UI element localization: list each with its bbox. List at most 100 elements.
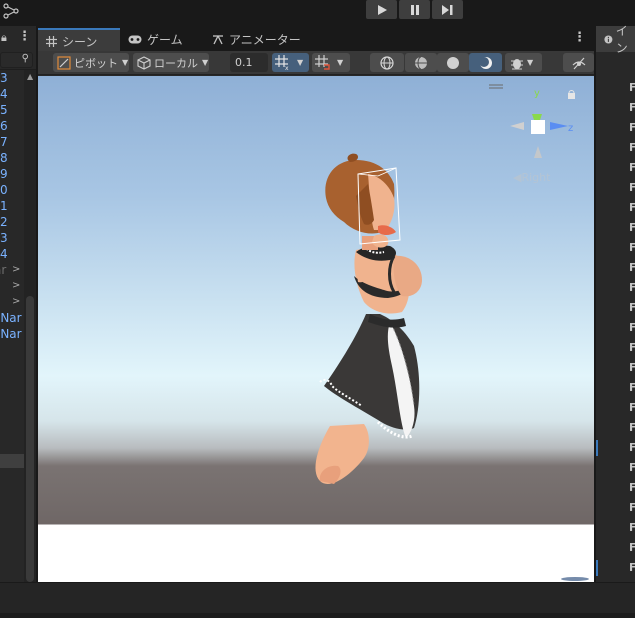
play-button[interactable] (366, 0, 397, 19)
view-label[interactable]: ◀Right (513, 171, 550, 184)
chevron-down-icon: ▼ (122, 58, 129, 67)
list-item[interactable]: 4 (0, 246, 24, 262)
inspector-row[interactable]: F (596, 178, 635, 198)
list-item[interactable]: 8 (0, 150, 24, 166)
list-item[interactable]: 1 (0, 198, 24, 214)
animator-icon (213, 34, 223, 44)
inspector-row[interactable]: F (596, 218, 635, 238)
hierarchy-scrollbar[interactable]: ▲ (24, 70, 36, 582)
unity-editor: 🔒︎ ⋮ ⚲ 3 4 5 6 7 8 9 0 1 2 3 4 ar > (0, 0, 635, 618)
local-label: ローカル (154, 56, 198, 70)
local-dropdown[interactable]: ローカル ▼ (133, 53, 209, 72)
inspector-row[interactable]: F (596, 338, 635, 358)
lock-icon[interactable]: 🔒︎ (1, 31, 7, 45)
moon-sphere-icon (478, 56, 492, 69)
share-icon[interactable] (2, 2, 20, 20)
grid-snap-toggle[interactable]: x ▼ (272, 53, 309, 72)
inspector-row[interactable]: F (596, 478, 635, 498)
scroll-thumb[interactable] (26, 296, 34, 582)
list-item[interactable]: 6 (0, 118, 24, 134)
orientation-gizmo[interactable]: y z (510, 88, 575, 158)
tab-animator[interactable]: アニメーター (204, 26, 314, 52)
list-item[interactable]: 2 (0, 214, 24, 230)
list-item[interactable]: > (0, 278, 24, 294)
info-icon (604, 35, 613, 43)
list-item[interactable]: 7 (0, 134, 24, 150)
scene-toolbar: ピボット ▼ ローカル ▼ 0.1 x ▼ ▼ ▼ (38, 51, 594, 75)
row-accent (596, 560, 598, 576)
chevron-right-icon[interactable]: > (12, 264, 20, 275)
list-item[interactable]: > (0, 294, 24, 310)
chevron-down-icon: ▼ (297, 58, 304, 67)
inspector-row[interactable]: F (596, 298, 635, 318)
increment-snap-toggle[interactable]: ▼ (312, 53, 350, 72)
pivot-dropdown[interactable]: ピボット ▼ (53, 53, 129, 72)
inspector-row[interactable]: F (596, 198, 635, 218)
inspector-row[interactable]: F (596, 538, 635, 558)
chevron-right-icon[interactable]: > (12, 280, 20, 291)
inspector-row[interactable]: F (596, 438, 635, 458)
scroll-up-icon[interactable]: ▲ (27, 72, 33, 81)
hierarchy-list: 3 4 5 6 7 8 9 0 1 2 3 4 ar > > > -Nar -N… (0, 70, 24, 342)
snap-increment-field[interactable]: 0.1 (230, 53, 268, 72)
pivot-label: ピボット (74, 56, 118, 70)
inspector-row[interactable]: F (596, 318, 635, 338)
shaded-wireframe-button[interactable] (405, 53, 437, 72)
lit-toggle[interactable] (469, 53, 502, 72)
inspector-row[interactable]: F (596, 558, 635, 578)
list-item[interactable]: 3 (0, 70, 24, 86)
inspector-row[interactable]: F (596, 458, 635, 478)
list-item[interactable]: 5 (0, 102, 24, 118)
inspector-row[interactable]: F (596, 518, 635, 538)
gizmo-y-label: y (534, 88, 540, 99)
inspector-row[interactable]: F (596, 158, 635, 178)
step-icon (442, 4, 453, 15)
visibility-toggle[interactable] (563, 53, 594, 72)
list-item[interactable]: -Nar (0, 326, 24, 342)
list-item[interactable]: 0 (0, 182, 24, 198)
chevron-right-icon[interactable]: > (12, 296, 20, 307)
character-model[interactable] (315, 153, 422, 484)
tab-inspector[interactable]: イン (596, 24, 635, 55)
wireframe-shading-button[interactable] (370, 53, 404, 72)
shaded-button[interactable] (437, 53, 469, 72)
scene-viewport[interactable]: y z ◀Right (38, 76, 594, 582)
inspector-row[interactable]: F (596, 138, 635, 158)
list-item[interactable]: 3 (0, 230, 24, 246)
gizmo-z-label: z (568, 123, 573, 134)
gizmos-dropdown[interactable]: ▼ (505, 53, 542, 72)
inspector-row[interactable]: F (596, 238, 635, 258)
inspector-row[interactable]: F (596, 278, 635, 298)
hidden-objects-icon (572, 57, 585, 69)
tab-game[interactable]: ゲーム (120, 26, 204, 52)
chevron-down-icon: ▼ (527, 58, 534, 67)
inspector-row[interactable]: F (596, 98, 635, 118)
selected-row[interactable] (0, 454, 24, 468)
list-item[interactable]: 4 (0, 86, 24, 102)
wireframe-sphere-icon (380, 55, 394, 70)
snap-value: 0.1 (235, 56, 253, 69)
inspector-row[interactable]: F (596, 418, 635, 438)
hierarchy-search: ⚲ (0, 50, 36, 70)
inspector-row[interactable]: F (596, 398, 635, 418)
inspector-row[interactable]: F (596, 378, 635, 398)
play-icon (377, 4, 387, 15)
search-input[interactable]: ⚲ (0, 52, 33, 68)
kebab-icon[interactable]: ⋮ (573, 30, 586, 45)
pause-button[interactable] (399, 0, 430, 19)
kebab-icon[interactable]: ⋮ (18, 29, 31, 44)
sphere-icon (447, 56, 459, 69)
list-item[interactable]: 9 (0, 166, 24, 182)
chevron-down-icon: ▼ (202, 58, 209, 67)
list-item[interactable]: -Nar (0, 310, 24, 326)
tab-scene[interactable]: シーン (38, 28, 120, 52)
inspector-row[interactable]: F (596, 78, 635, 98)
list-item[interactable]: ar > (0, 262, 24, 278)
inspector-row[interactable]: F (596, 498, 635, 518)
inspector-row[interactable]: F (596, 258, 635, 278)
playmode-controls (366, 0, 463, 20)
step-button[interactable] (432, 0, 463, 19)
inspector-row[interactable]: F (596, 118, 635, 138)
inspector-row[interactable]: F (596, 358, 635, 378)
cube-icon (137, 55, 151, 70)
